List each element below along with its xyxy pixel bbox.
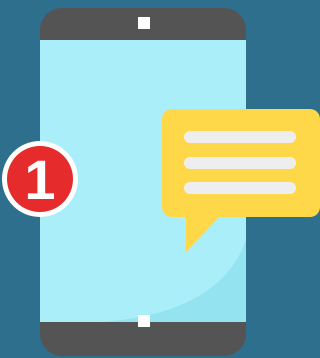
bubble-line-1 — [184, 131, 296, 143]
bubble-line-3 — [184, 182, 296, 194]
notification-illustration: 1 — [0, 0, 320, 358]
badge-count: 1 — [24, 148, 55, 211]
bubble-line-2 — [184, 157, 296, 169]
notification-badge: 1 — [2, 141, 78, 217]
home-button-icon — [138, 315, 150, 327]
speaker-icon — [138, 17, 150, 29]
illustration-canvas: 1 — [2, 8, 320, 356]
